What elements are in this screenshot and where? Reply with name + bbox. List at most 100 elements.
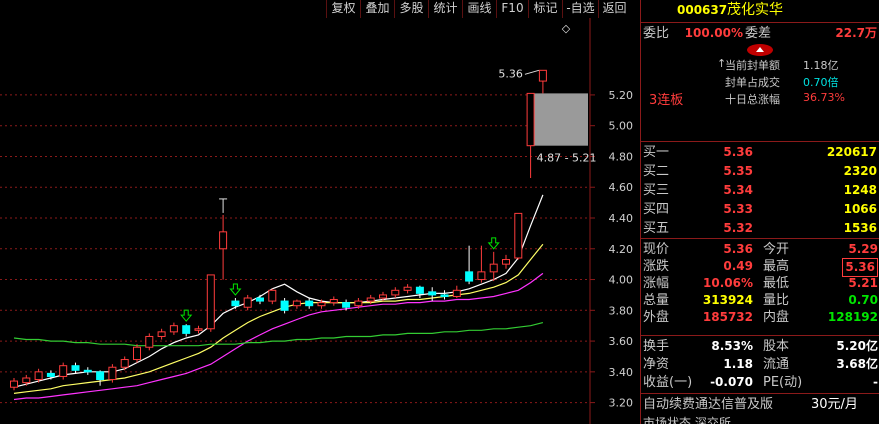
y-tick-label: 5.00 bbox=[609, 120, 634, 133]
y-tick-label: 3.80 bbox=[609, 304, 634, 317]
seal-ratio-label: 封单占成交 bbox=[725, 76, 780, 89]
divider bbox=[641, 335, 879, 336]
status-text: 市场状态 深交所 ... bbox=[643, 416, 747, 424]
y-tick-label: 3.20 bbox=[609, 397, 634, 410]
candle-body bbox=[415, 286, 424, 294]
fundamental-label: 净资 bbox=[643, 357, 670, 372]
toolbar-button[interactable]: 标记 bbox=[528, 0, 562, 18]
fundamental-value: -0.070 bbox=[710, 375, 753, 389]
y-tick-label: 3.60 bbox=[609, 335, 634, 348]
toolbar-button[interactable]: 叠加 bbox=[360, 0, 394, 18]
toolbar-button[interactable]: 返回 bbox=[598, 0, 630, 18]
candle-body bbox=[83, 369, 92, 373]
candle-body bbox=[71, 365, 80, 371]
toolbar-button[interactable]: -自选 bbox=[562, 0, 598, 18]
quote-label: 最低 bbox=[763, 276, 790, 291]
bid-label: 买二 bbox=[643, 164, 670, 179]
fundamental-value: 5.20亿 bbox=[836, 339, 878, 353]
candle-body bbox=[22, 377, 31, 384]
quote-table: 现价 5.36 今开 5.29 涨跌 0.49 最高 5.36 涨幅 10.06% 最低 5.21 总量… bbox=[641, 240, 879, 326]
candle-body bbox=[46, 372, 55, 377]
weicha-value: 22.7万 bbox=[835, 26, 877, 40]
quote-value: 0.70 bbox=[848, 293, 878, 307]
gap-range-label: 4.87 - 5.21 bbox=[537, 152, 597, 165]
quote-label: 涨跌 bbox=[643, 259, 670, 274]
bid-book: 买一 5.36 220617 买二 5.35 2320 买三 5.34 1248 买四 5.33 10… bbox=[641, 143, 879, 239]
fundamental-row: 收益(一) -0.070 PE(动) - bbox=[641, 374, 879, 391]
fundamental-value: 8.53% bbox=[711, 339, 753, 353]
quote-value: 185732 bbox=[702, 310, 753, 324]
bid-price: 5.33 bbox=[723, 202, 753, 216]
toolbar-button[interactable]: F10 bbox=[496, 0, 528, 18]
stock-name: 茂化实华 bbox=[727, 2, 783, 18]
candle-body bbox=[169, 325, 178, 333]
down-arrow-icon bbox=[180, 309, 193, 322]
fundamental-value: - bbox=[873, 375, 878, 389]
bid-volume: 1536 bbox=[843, 221, 877, 235]
candle-body bbox=[108, 366, 117, 381]
bid-label: 买一 bbox=[643, 145, 670, 160]
quote-value: 313924 bbox=[702, 293, 753, 307]
seal-amount-value: 1.18亿 bbox=[803, 59, 839, 72]
tenday-value: 36.73% bbox=[803, 91, 845, 104]
quote-row: 涨幅 10.06% 最低 5.21 bbox=[641, 275, 879, 292]
candle-body bbox=[120, 359, 129, 368]
chart-canvas[interactable]: 5.20 5.00 4.80 4.60 4.40 4.20 4.00 3.80 3.60 3.40… bbox=[0, 18, 640, 424]
toolbar-button[interactable]: 画线 bbox=[462, 0, 496, 18]
fundamentals-table: 换手 8.53% 股本 5.20亿 净资 1.18 流通 3.68亿 收益(一) -0.070 PE… bbox=[641, 337, 879, 392]
candle-body bbox=[391, 289, 400, 296]
candle-body bbox=[34, 371, 43, 381]
candle-body bbox=[157, 331, 166, 337]
candle-body bbox=[477, 271, 486, 281]
quote-label: 总量 bbox=[643, 293, 670, 308]
toolbar-button[interactable]: 多股 bbox=[394, 0, 428, 18]
collapse-toggle-icon[interactable] bbox=[745, 43, 775, 57]
quote-value: 0.49 bbox=[723, 259, 753, 273]
stock-header: 000637 茂化实华 bbox=[641, 2, 879, 20]
subscription-text[interactable]: 自动续费通达信普及版 bbox=[643, 396, 773, 413]
candle-body bbox=[243, 297, 252, 308]
fundamental-label: PE(动) bbox=[763, 375, 803, 390]
bid-volume: 1066 bbox=[843, 202, 877, 216]
moving-average-line bbox=[13, 272, 544, 401]
candlestick-chart[interactable]: 5.20 5.00 4.80 4.60 4.40 4.20 4.00 3.80 3.60 3.40… bbox=[0, 18, 640, 424]
high-price-label: 5.36 bbox=[498, 67, 523, 80]
weibi-value: 100.00% bbox=[684, 26, 743, 40]
fundamental-label: 换手 bbox=[643, 339, 670, 354]
candle-body bbox=[292, 300, 301, 307]
limit-up-box: 3连板 ↑ 当前封单额 1.18亿 封单占成交 0.70倍 十日总涨幅 36.7… bbox=[641, 43, 879, 141]
seal-amount-label: 当前封单额 bbox=[725, 59, 780, 72]
candle-body bbox=[219, 231, 228, 250]
candle-body bbox=[502, 259, 510, 265]
fundamental-value: 3.68亿 bbox=[836, 357, 878, 371]
bid-volume: 1248 bbox=[843, 183, 877, 197]
quote-label: 现价 bbox=[643, 242, 670, 257]
stock-code: 000637 bbox=[677, 3, 728, 17]
seal-ratio-value: 0.70倍 bbox=[803, 76, 839, 89]
candle-body bbox=[440, 294, 449, 297]
candle-body bbox=[96, 371, 105, 381]
quote-row: 外盘 185732 内盘 128192 bbox=[641, 309, 879, 326]
quote-value: 10.06% bbox=[703, 276, 753, 290]
bid-volume: 2320 bbox=[843, 164, 877, 178]
divider bbox=[641, 141, 879, 142]
quote-row: 涨跌 0.49 最高 5.36 bbox=[641, 258, 879, 277]
toolbar-button[interactable]: 统计 bbox=[428, 0, 462, 18]
candle-body bbox=[280, 300, 289, 311]
down-arrow-icon bbox=[229, 283, 242, 296]
bid-price: 5.34 bbox=[723, 183, 753, 197]
y-tick-label: 4.40 bbox=[609, 212, 634, 225]
moving-average-line bbox=[13, 243, 544, 394]
quote-value: 5.29 bbox=[848, 242, 878, 256]
subscription-banner[interactable]: 自动续费通达信普及版 30元/月 bbox=[641, 396, 879, 414]
candle-body bbox=[206, 274, 215, 330]
quote-row: 总量 313924 量比 0.70 bbox=[641, 292, 879, 309]
bid-row: 买四 5.33 1066 bbox=[641, 201, 879, 218]
quote-panel: 000637 茂化实华 委比 100.00% 委差 22.7万 3连板 ↑ 当前… bbox=[640, 0, 879, 424]
toolbar-button[interactable]: 复权 bbox=[326, 0, 360, 18]
fundamental-label: 收益(一) bbox=[643, 375, 693, 390]
candle-body bbox=[354, 300, 363, 307]
weicha-label: 委差 bbox=[745, 26, 772, 41]
bid-row: 买五 5.32 1536 bbox=[641, 220, 879, 237]
subscription-price[interactable]: 30元/月 bbox=[811, 396, 858, 413]
